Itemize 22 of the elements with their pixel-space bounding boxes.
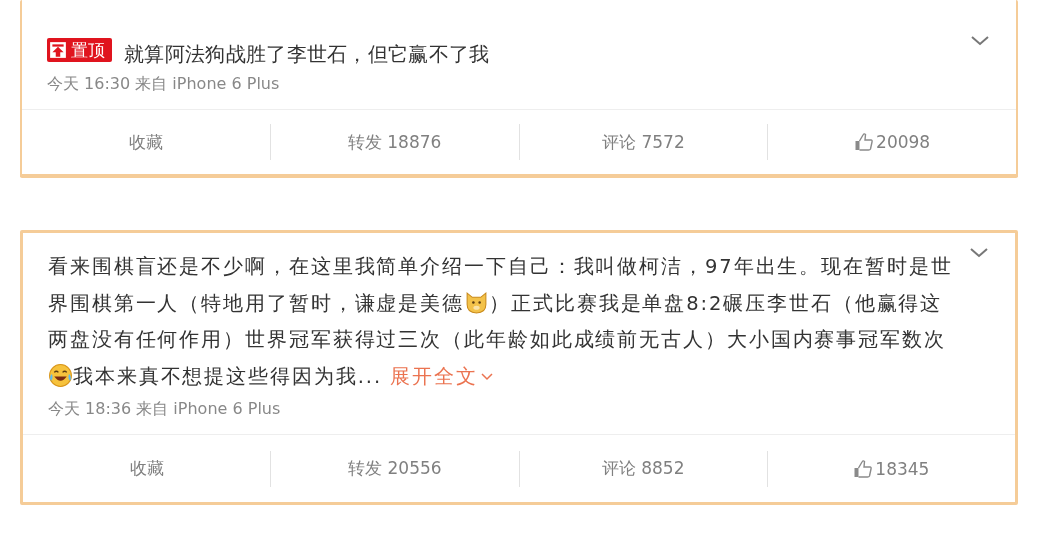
post-text: 就算阿法狗战胜了李世石，但它赢不了我 bbox=[124, 43, 490, 66]
arrow-up-icon bbox=[49, 41, 67, 59]
comment-button[interactable]: 评论 7572 bbox=[519, 124, 768, 160]
expand-link[interactable]: 展开全文 bbox=[390, 364, 493, 388]
post-meta: 今天 16:30 来自 iPhone 6 Plus bbox=[47, 74, 281, 95]
repost-button[interactable]: 转发 20556 bbox=[271, 451, 519, 486]
chevron-down-icon[interactable] bbox=[969, 247, 989, 259]
favorite-button[interactable]: 收藏 bbox=[22, 124, 270, 160]
comment-button[interactable]: 评论 8852 bbox=[519, 451, 767, 486]
dog-emoji-icon bbox=[464, 289, 490, 315]
thumbs-up-icon bbox=[854, 132, 875, 152]
like-button[interactable]: 18345 bbox=[767, 452, 1015, 485]
laughing-emoji-icon bbox=[48, 362, 73, 388]
pinned-badge: 置顶 bbox=[47, 38, 112, 62]
repost-button[interactable]: 转发 18876 bbox=[270, 124, 519, 160]
like-button[interactable]: 20098 bbox=[768, 126, 1016, 158]
post-text: 看来围棋盲还是不少啊，在这里我简单介绍一下自己：我叫做柯洁，97年出生。现在暂时是世界围棋第一人（特地用了暂时，谦虚是美德 ）正式比赛我是单盘8:2碾压李世石（他赢得这两盘没有任何作用）世界冠军获得过三次（此年龄如此成绩前无古人）大小国内赛事冠军数次 我本来真不想提这些得因为我... 展开全文 bbox=[48, 255, 953, 388]
favorite-button[interactable]: 收藏 bbox=[23, 451, 271, 486]
chevron-down-icon bbox=[480, 372, 493, 381]
chevron-down-icon[interactable] bbox=[970, 35, 990, 47]
thumbs-up-icon bbox=[853, 458, 874, 479]
post-meta: 今天 18:36 来自 iPhone 6 Plus bbox=[48, 399, 282, 420]
